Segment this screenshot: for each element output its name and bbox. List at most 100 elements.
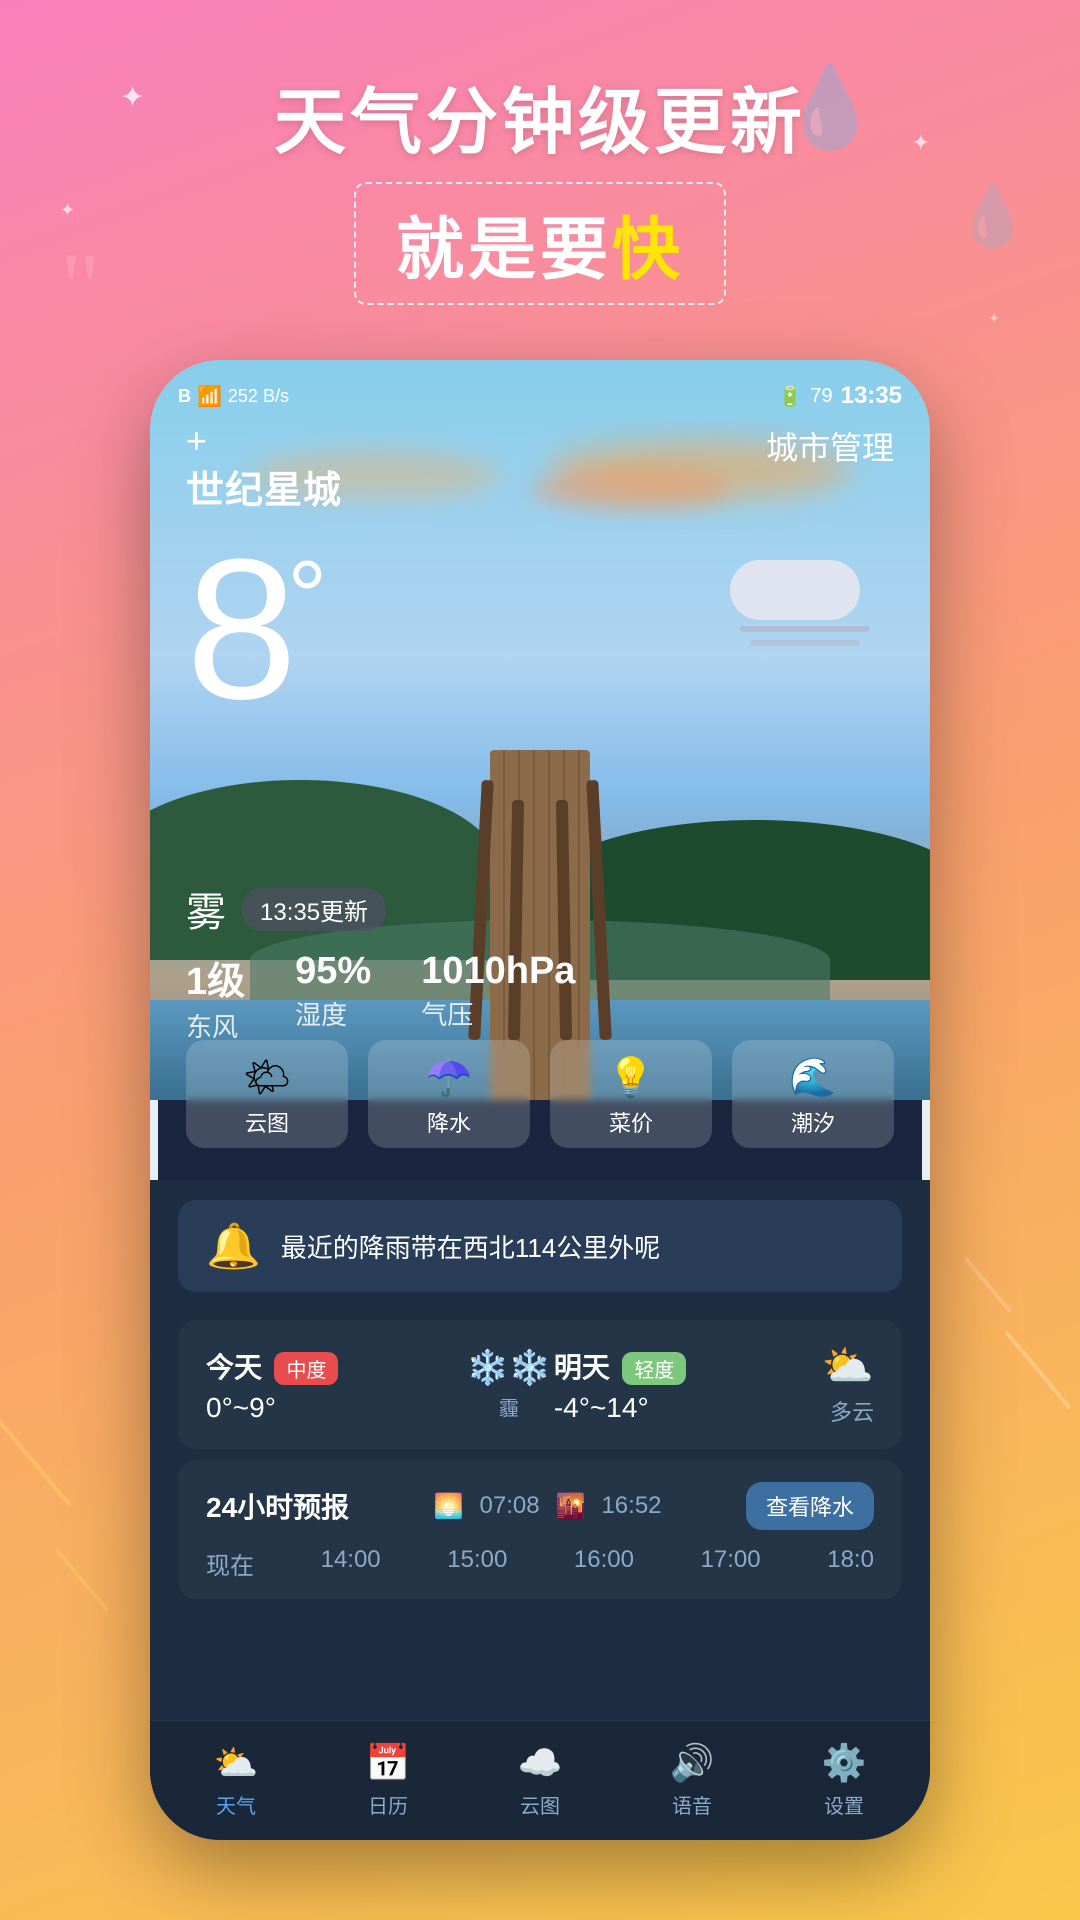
today-temp: 0°~9° [206, 1392, 464, 1424]
temperature-value: 8° [186, 518, 317, 741]
hour-label-now: 现在 [206, 1546, 254, 1581]
nav-cloud-map-icon: ☁️ [518, 1742, 563, 1784]
humidity-stat: 95% 湿度 [295, 950, 371, 1044]
humidity-value: 95% [295, 950, 371, 993]
hour-1500: 15:00 [447, 1546, 507, 1581]
hour-label-1600: 16:00 [574, 1546, 634, 1574]
status-bar: B 📶 252 B/s 🔋 79 13:35 [150, 360, 930, 420]
fog-line-2 [750, 640, 860, 646]
battery-level: 79 [810, 385, 832, 408]
status-left: B 📶 252 B/s [178, 384, 289, 409]
nav-voice-icon: 🔊 [670, 1742, 715, 1784]
nav-calendar-label: 日历 [368, 1790, 408, 1819]
forecast-24h-title: 24小时预报 [206, 1486, 349, 1526]
sun-times: 🌅 07:08 🌇 16:52 [434, 1492, 662, 1521]
hour-1800: 18:0 [827, 1546, 874, 1581]
nav-weather[interactable]: ⛅ 天气 [160, 1742, 312, 1819]
condition-text: 雾 [186, 880, 226, 938]
sunrise-icon: 🌅 [434, 1492, 464, 1521]
vegetable-label: 菜价 [609, 1106, 653, 1138]
wind-stat: 1级 东风 [186, 950, 245, 1044]
wind-level: 1级 [186, 950, 245, 1005]
temperature-display: 8° [186, 530, 317, 730]
cloud-shape [730, 560, 860, 620]
action-vegetable-price[interactable]: 💡 菜价 [550, 1040, 712, 1148]
nav-settings-icon: ⚙️ [822, 1742, 867, 1784]
phone-frame: B 📶 252 B/s 🔋 79 13:35 + 世纪星城 城市管理 8° [150, 360, 930, 1840]
add-city-icon[interactable]: + [186, 423, 342, 459]
partly-cloudy-icon: ⛅ [822, 1342, 874, 1391]
bell-icon: 🔔 [206, 1220, 261, 1272]
subtitle-highlight: 快 [612, 212, 684, 288]
star-icon-4: ✦ [988, 310, 1000, 327]
top-nav: + 世纪星城 城市管理 [150, 415, 930, 522]
today-forecast: 今天 中度 0°~9° [206, 1346, 464, 1424]
rainfall-label: 降水 [427, 1106, 471, 1138]
weather-condition: 雾 13:35更新 [186, 880, 386, 938]
nav-calendar[interactable]: 📅 日历 [312, 1742, 464, 1819]
status-right: 🔋 79 13:35 [777, 382, 902, 410]
tide-label: 潮汐 [791, 1106, 835, 1138]
hour-now: 现在 [206, 1546, 254, 1581]
tide-icon: 🌊 [789, 1056, 836, 1100]
slash-decoration-3 [1004, 1330, 1071, 1409]
slash-decoration-1 [0, 1413, 72, 1507]
action-cloud-map[interactable]: 🌤 云图 [186, 1040, 348, 1148]
degree-symbol: ° [287, 540, 317, 652]
hour-1600: 16:00 [574, 1546, 634, 1581]
header-area: 天气分钟级更新 就是要快 [0, 80, 1080, 305]
hour-label-1700: 17:00 [701, 1546, 761, 1574]
network-speed: 252 B/s [228, 386, 289, 407]
data-icon: B [178, 386, 191, 407]
battery-icon: 🔋 [777, 384, 802, 409]
fog-line-1 [740, 626, 870, 632]
tomorrow-badge: 轻度 [622, 1352, 686, 1385]
hour-1700: 17:00 [701, 1546, 761, 1581]
hour-1400: 14:00 [321, 1546, 381, 1581]
tomorrow-forecast: 明天 轻度 -4°~14° [554, 1346, 812, 1424]
nav-voice[interactable]: 🔊 语音 [616, 1742, 768, 1819]
tomorrow-header: 明天 轻度 [554, 1346, 812, 1386]
cloud-map-icon: 🌤 [243, 1056, 291, 1100]
nav-settings-label: 设置 [824, 1790, 864, 1819]
subtitle-box: 就是要快 [354, 182, 726, 305]
rain-notification-text: 最近的降雨带在西北114公里外呢 [281, 1228, 874, 1265]
city-manage-button[interactable]: 城市管理 [766, 423, 894, 469]
update-time-badge: 13:35更新 [242, 888, 386, 931]
forecast-hours: 现在 14:00 15:00 16:00 17:00 18:0 [206, 1546, 874, 1581]
humidity-label: 湿度 [295, 995, 371, 1032]
today-label: 今天 [206, 1352, 262, 1383]
slash-decoration-2 [55, 1548, 109, 1612]
nav-weather-label: 天气 [216, 1790, 256, 1819]
today-header: 今天 中度 [206, 1346, 464, 1386]
hour-label-1500: 15:00 [447, 1546, 507, 1574]
check-rain-button[interactable]: 查看降水 [746, 1482, 874, 1530]
quick-actions: 🌤 云图 ☂️ 降水 💡 菜价 🌊 潮汐 [186, 1040, 894, 1148]
temp-digits: 8 [186, 518, 287, 741]
forecast-24h: 24小时预报 🌅 07:08 🌇 16:52 查看降水 现在 14:00 15:… [178, 1460, 902, 1599]
slash-decoration-4 [964, 1257, 1012, 1313]
app-title: 天气分钟级更新 [0, 80, 1080, 166]
pressure-stat: 1010hPa 气压 [421, 950, 575, 1044]
pressure-label: 气压 [421, 995, 575, 1032]
tomorrow-condition: ⛅ 多云 [822, 1342, 874, 1427]
subtitle: 就是要快 [396, 212, 684, 288]
forecast-divider: ❄️❄️ 霾 [474, 1348, 544, 1421]
current-city[interactable]: 世纪星城 [186, 459, 342, 514]
action-rainfall[interactable]: ☂️ 降水 [368, 1040, 530, 1148]
pressure-value: 1010hPa [421, 950, 575, 993]
forecast-24h-header: 24小时预报 🌅 07:08 🌇 16:52 查看降水 [206, 1482, 874, 1530]
weather-icon-main [730, 560, 870, 650]
clock: 13:35 [841, 382, 902, 410]
subtitle-prefix: 就是要 [396, 212, 612, 288]
vegetable-icon: 💡 [607, 1056, 654, 1100]
bottom-nav: ⛅ 天气 📅 日历 ☁️ 云图 🔊 语音 ⚙️ 设置 [150, 1720, 930, 1840]
forecast-row: 今天 中度 0°~9° ❄️❄️ 霾 明天 轻度 -4°~14° ⛅ 多云 [178, 1320, 902, 1449]
nav-settings[interactable]: ⚙️ 设置 [768, 1742, 920, 1819]
action-tide[interactable]: 🌊 潮汐 [732, 1040, 894, 1148]
nav-voice-label: 语音 [672, 1790, 712, 1819]
nav-cloud-map[interactable]: ☁️ 云图 [464, 1742, 616, 1819]
sunset-time: 16:52 [601, 1492, 661, 1520]
cloud-map-label: 云图 [245, 1106, 289, 1138]
nav-cloud-map-label: 云图 [520, 1790, 560, 1819]
